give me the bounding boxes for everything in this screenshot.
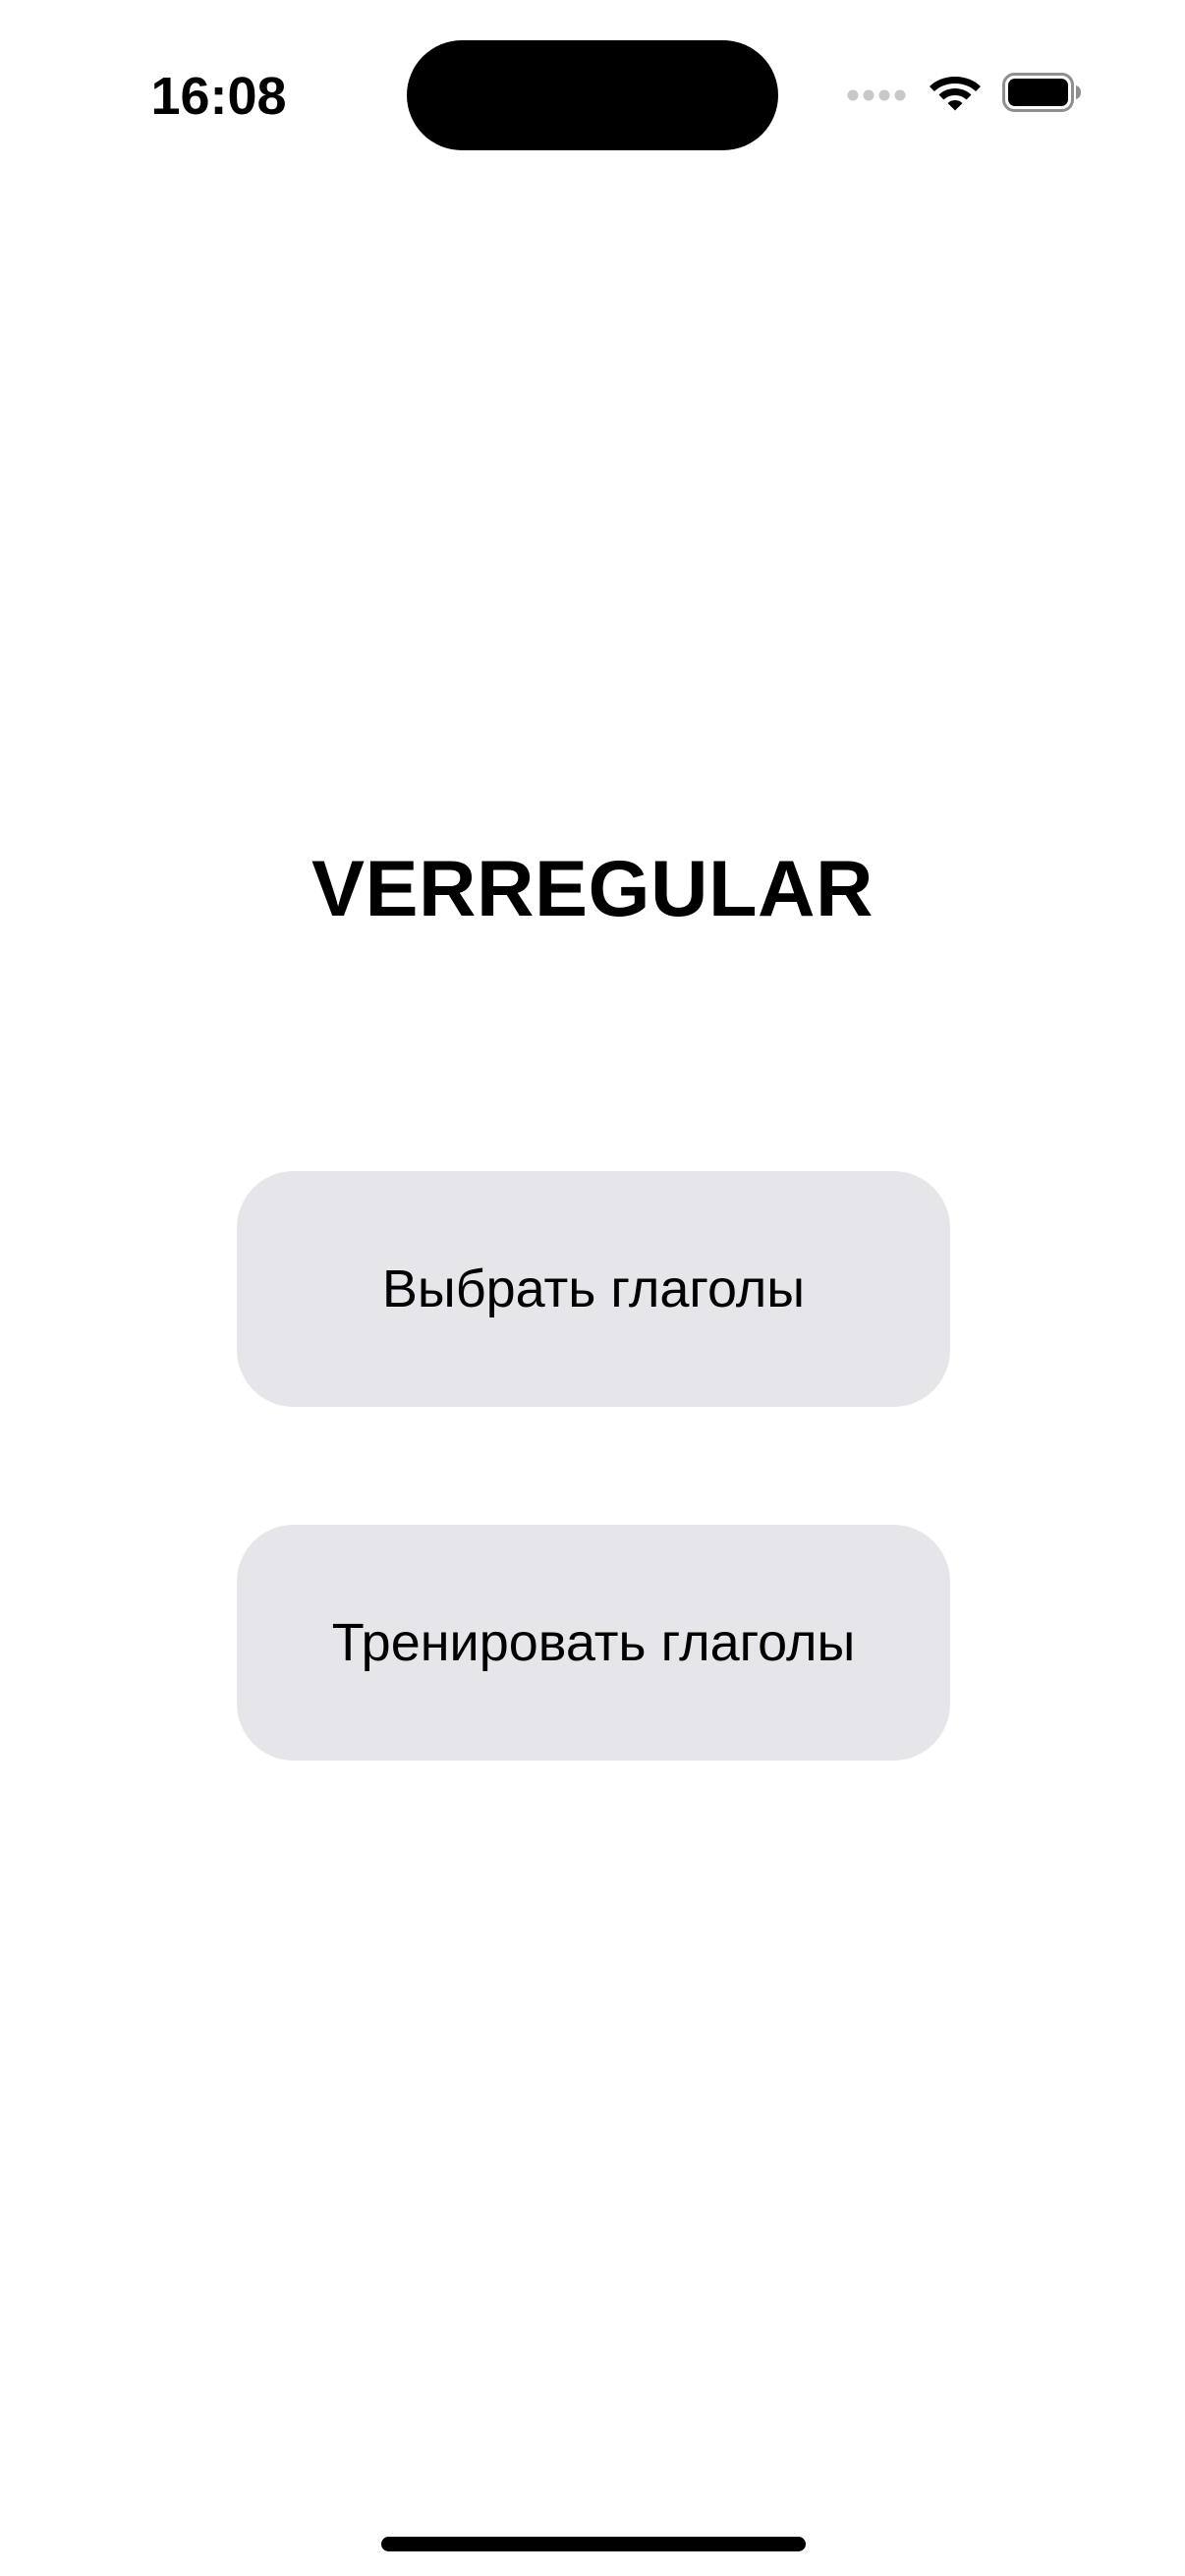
dynamic-island <box>407 40 778 150</box>
wifi-icon <box>930 77 981 111</box>
select-verbs-button-label: Выбрать глаголы <box>381 1260 806 1318</box>
battery-icon <box>1002 73 1081 112</box>
train-verbs-button-label: Тренировать глаголы <box>331 1613 856 1672</box>
app-title: VERREGULAR <box>310 845 875 933</box>
status-icons <box>847 69 1083 118</box>
home-indicator[interactable] <box>381 2537 806 2551</box>
select-verbs-button[interactable]: Выбрать глаголы <box>237 1171 950 1407</box>
status-time: 16:08 <box>150 67 287 126</box>
train-verbs-button[interactable]: Тренировать глаголы <box>237 1525 950 1761</box>
cellular-signal-icon <box>847 89 906 101</box>
status-bar: 16:08 <box>0 0 1185 196</box>
